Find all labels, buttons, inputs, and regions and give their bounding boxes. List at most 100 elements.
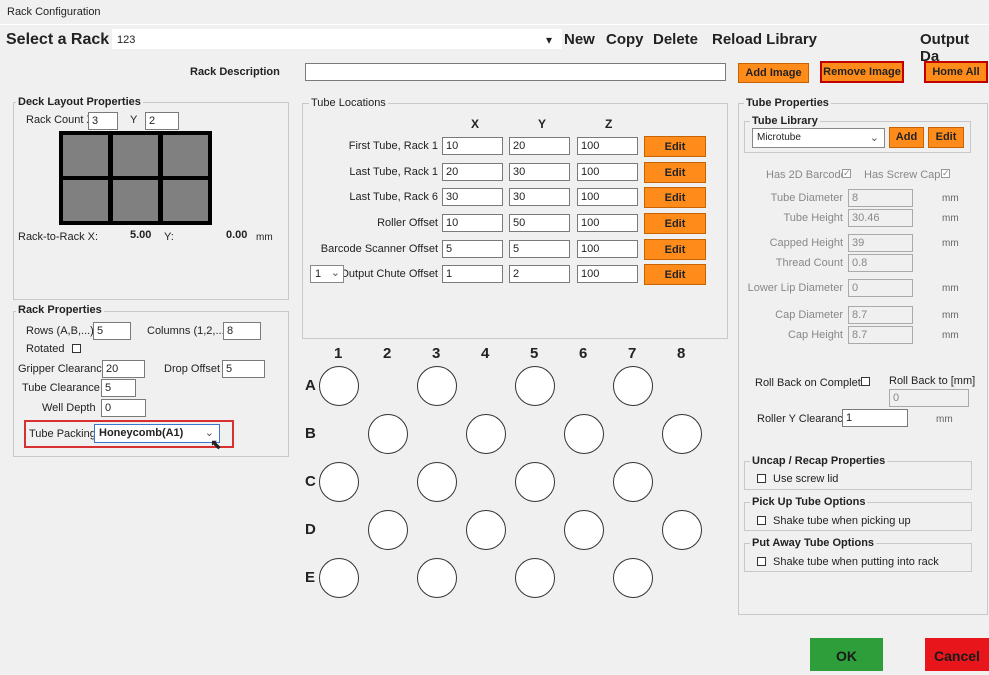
rows-input[interactable] [93, 322, 131, 340]
use-screw-lid-checkbox[interactable] [757, 474, 766, 483]
tube-well[interactable] [417, 462, 457, 502]
shake-pickup-checkbox[interactable] [757, 516, 766, 525]
tube-location-edit-button[interactable]: Edit [644, 162, 706, 183]
thread-count-input[interactable] [848, 254, 913, 272]
tube-location-y-input[interactable] [509, 188, 570, 206]
tube-location-x-input[interactable] [442, 214, 503, 232]
gripper-clearance-input[interactable] [102, 360, 145, 378]
ok-button[interactable]: OK [810, 638, 883, 671]
tube-location-x-input[interactable] [442, 137, 503, 155]
tube-location-z-input[interactable] [577, 163, 638, 181]
tube-location-y-input[interactable] [509, 137, 570, 155]
rollback-complete-checkbox[interactable] [861, 377, 870, 386]
tube-well[interactable] [564, 414, 604, 454]
select-rack-label: Select a Rack [6, 31, 110, 48]
tube-well[interactable] [417, 558, 457, 598]
tube-location-x-input[interactable] [442, 163, 503, 181]
tube-library-edit-button[interactable]: Edit [928, 127, 964, 148]
tube-library-select[interactable]: Microtube ⌄ [752, 128, 885, 148]
output-data-button[interactable]: Output Da [920, 31, 989, 65]
tube-well[interactable] [319, 366, 359, 406]
roller-y-clearance-input[interactable] [842, 409, 908, 427]
tube-location-y-input[interactable] [509, 163, 570, 181]
reload-library-button[interactable]: Reload Library [712, 31, 817, 48]
grid-row-letter: A [305, 377, 316, 394]
tube-well[interactable] [368, 414, 408, 454]
add-image-button[interactable]: Add Image [738, 63, 809, 83]
tube-well[interactable] [368, 510, 408, 550]
rollback-complete-label: Roll Back on Complete [755, 377, 867, 389]
tube-location-z-input[interactable] [577, 137, 638, 155]
rack-select-combo[interactable]: 123 [112, 29, 562, 49]
tube-well[interactable] [515, 558, 555, 598]
tube-location-z-input[interactable] [577, 240, 638, 258]
lower-lip-diameter-input[interactable] [848, 279, 913, 297]
tube-location-z-input[interactable] [577, 214, 638, 232]
grid-row-letter: C [305, 473, 316, 490]
tube-well[interactable] [613, 558, 653, 598]
tube-well[interactable] [613, 462, 653, 502]
tube-location-edit-button[interactable]: Edit [644, 213, 706, 234]
remove-image-button[interactable]: Remove Image [820, 61, 904, 83]
tube-location-edit-button[interactable]: Edit [644, 264, 706, 285]
tube-location-label: Last Tube, Rack 1 [349, 166, 438, 178]
rack-count-x-input[interactable] [88, 112, 118, 130]
copy-button[interactable]: Copy [606, 31, 644, 48]
deck-rack-slot [63, 135, 108, 176]
tube-well[interactable] [466, 510, 506, 550]
cap-diameter-input[interactable] [848, 306, 913, 324]
rollback-to-input[interactable] [889, 389, 969, 407]
tube-well[interactable] [515, 462, 555, 502]
capped-height-input[interactable] [848, 234, 913, 252]
tube-location-y-input[interactable] [509, 214, 570, 232]
tube-location-x-input[interactable] [442, 265, 503, 283]
tube-location-edit-button[interactable]: Edit [644, 239, 706, 260]
drop-offset-input[interactable] [222, 360, 265, 378]
well-depth-input[interactable] [101, 399, 146, 417]
grid-column-number: 1 [334, 345, 343, 362]
tube-well[interactable] [662, 414, 702, 454]
tube-diameter-input[interactable] [848, 189, 913, 207]
has-screw-cap-checkbox[interactable]: ✓ [941, 169, 950, 178]
rack-count-y-input[interactable] [145, 112, 179, 130]
tube-location-y-input[interactable] [509, 265, 570, 283]
tube-well[interactable] [515, 366, 555, 406]
tube-location-x-input[interactable] [442, 240, 503, 258]
tube-well[interactable] [564, 510, 604, 550]
tube-well[interactable] [417, 366, 457, 406]
rack-description-input[interactable] [305, 63, 726, 81]
tube-location-edit-button[interactable]: Edit [644, 136, 706, 157]
thread-count-label: Thread Count [775, 257, 843, 269]
cancel-button[interactable]: Cancel [925, 638, 989, 671]
tube-well[interactable] [319, 558, 359, 598]
tube-location-edit-button[interactable]: Edit [644, 187, 706, 208]
tube-location-x-input[interactable] [442, 188, 503, 206]
output-chute-select[interactable]: 1 ⌄ [310, 265, 344, 283]
tube-well[interactable] [662, 510, 702, 550]
shake-putaway-label: Shake tube when putting into rack [773, 556, 939, 568]
has-2d-barcode-checkbox[interactable]: ✓ [842, 169, 851, 178]
tube-height-input[interactable] [848, 209, 913, 227]
columns-input[interactable] [223, 322, 261, 340]
rotated-checkbox[interactable] [72, 344, 81, 353]
chevron-down-icon[interactable]: ▾ [546, 33, 552, 47]
putaway-title: Put Away Tube Options [750, 537, 877, 549]
new-button[interactable]: New [564, 31, 595, 48]
tube-diameter-label: Tube Diameter [770, 192, 843, 204]
tube-library-add-button[interactable]: Add [889, 127, 924, 148]
grid-column-number: 3 [432, 345, 441, 362]
tube-well[interactable] [613, 366, 653, 406]
tube-location-y-input[interactable] [509, 240, 570, 258]
gripper-clearance-label: Gripper Clearance [18, 363, 108, 375]
shake-putaway-checkbox[interactable] [757, 557, 766, 566]
tube-well[interactable] [466, 414, 506, 454]
tube-well[interactable] [319, 462, 359, 502]
tube-packing-select[interactable]: Honeycomb(A1) ⌄ [94, 424, 220, 443]
tube-clearance-input[interactable] [101, 379, 136, 397]
home-all-button[interactable]: Home All [924, 61, 988, 83]
tube-location-z-input[interactable] [577, 188, 638, 206]
cap-height-input[interactable] [848, 326, 913, 344]
tube-location-z-input[interactable] [577, 265, 638, 283]
delete-button[interactable]: Delete [653, 31, 698, 48]
rotated-label: Rotated [26, 343, 65, 355]
